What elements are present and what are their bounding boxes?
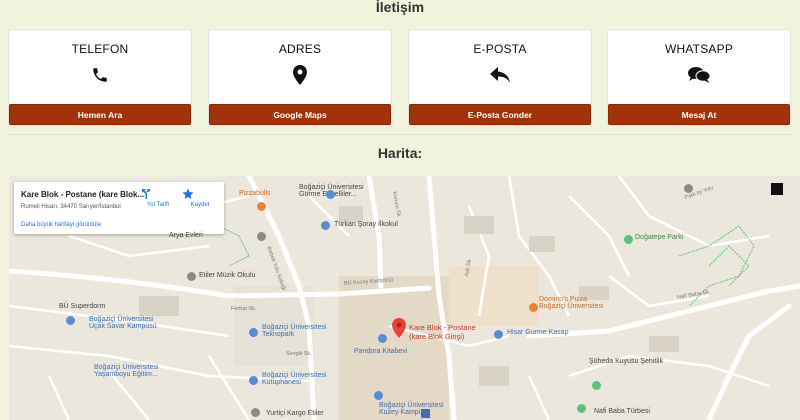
directions-label: Yol Tarifi — [146, 202, 170, 208]
map-label-boun-yasamboyu: Boğaziçi Üniversitesi Yaşamboyu Eğitim..… — [94, 364, 159, 378]
place-icon — [187, 272, 196, 281]
address-card-title: ADRES — [278, 42, 322, 56]
map-pin-label: Kare Blok - Postane (kare Blok Girişi) — [409, 323, 476, 341]
university-icon — [66, 316, 75, 325]
map-label-etiler-muzik: Etiler Müzik Okulu — [199, 272, 256, 279]
university-icon — [326, 190, 335, 199]
whatsapp-card-title: WHATSAPP — [664, 42, 734, 56]
map-label-suheda: Şüheda Kuyusu Şehitlik — [589, 358, 663, 365]
map-place-card: Kare Blok - Postane (kare Blok... Rumeli… — [14, 182, 224, 234]
map-label-pandora: Pandora Kitabevi — [354, 348, 408, 355]
map-label-nafi-turbe: Nafi Baba Türbesi — [594, 408, 650, 415]
save-button[interactable]: Kaydet — [182, 188, 218, 208]
phone-card-title: TELEFON — [71, 42, 129, 56]
landmark-icon — [577, 404, 586, 413]
place-address: Rumeli Hisarı, 34470 Sarıyer/İstanbul — [21, 204, 121, 210]
university-icon — [374, 391, 383, 400]
school-icon — [321, 221, 330, 230]
place-name: Kare Blok - Postane (kare Blok... — [21, 190, 145, 199]
map-label-pizzabulls: Pizzabulls — [239, 190, 271, 197]
phone-icon — [9, 64, 191, 86]
save-label: Kaydet — [190, 202, 210, 208]
phone-card: TELEFON Hemen Ara — [8, 29, 192, 126]
restaurant-icon — [529, 303, 538, 312]
map-label-boun-kuzey: Boğaziçi Üniversitesi Kuzey Kampüsü — [379, 402, 444, 416]
star-icon — [182, 188, 218, 202]
chat-bubbles-icon — [608, 64, 790, 86]
restaurant-icon — [257, 202, 266, 211]
map-label-yurtici: Yurtiçi Kargo Etiler — [266, 410, 324, 417]
map-label-arya: Arya Evleri — [169, 232, 203, 239]
call-now-button[interactable]: Hemen Ara — [9, 104, 191, 125]
map-label-boun-ucak: Boğaziçi Üniversitesi Uçak Savar Kampüsü — [89, 316, 157, 330]
reply-icon — [409, 64, 591, 86]
directions-icon — [140, 188, 176, 202]
send-message-button[interactable]: Mesaj At — [608, 104, 790, 125]
park-icon — [624, 235, 633, 244]
map-label-hisar-gurme: Hisar Gurme Kasap — [507, 329, 569, 336]
street-ferhat: Ferhat Sk. — [231, 306, 257, 312]
university-icon — [249, 328, 258, 337]
map-label-boun-tekno: Boğaziçi Üniversitesi Teknopark — [262, 324, 327, 338]
place-icon — [684, 184, 693, 193]
map-label-dogatepe: Doğatepe Parkı — [635, 234, 684, 241]
university-icon — [249, 376, 258, 385]
map-label-bu-superdorm: BÜ Superdorm — [59, 303, 106, 310]
embedded-map[interactable]: Kare Blok - Postane (kare Blok... Rumeli… — [9, 176, 800, 420]
send-email-button[interactable]: E-Posta Gonder — [409, 104, 591, 125]
landmark-icon — [592, 381, 601, 390]
larger-map-link[interactable]: Daha büyük haritayı görüntüle — [21, 222, 101, 228]
metro-icon — [421, 409, 430, 418]
place-icon — [251, 408, 260, 417]
contact-section-title: İletişim — [375, 0, 425, 15]
address-card: ADRES Google Maps — [208, 29, 392, 126]
email-card: E-POSTA E-Posta Gonder — [408, 29, 592, 126]
map-label-boun-kutup: Boğaziçi Üniversitesi Kütüphanesi — [262, 372, 327, 386]
street-sevgili: Sevgili Sk. — [286, 351, 312, 357]
email-card-title: E-POSTA — [473, 42, 527, 56]
whatsapp-card: WHATSAPP Mesaj At — [607, 29, 791, 126]
map-label-dominos: Domino's Pizza Boğaziçi Üniversitesi — [539, 296, 604, 310]
section-divider — [8, 134, 792, 135]
shopping-icon — [378, 334, 387, 343]
map-marker-icon — [209, 64, 391, 86]
place-icon — [257, 232, 266, 241]
directions-button[interactable]: Yol Tarifi — [140, 188, 176, 208]
shopping-icon — [494, 330, 503, 339]
fullscreen-button[interactable] — [771, 183, 783, 195]
google-maps-button[interactable]: Google Maps — [209, 104, 391, 125]
map-section-title: Harita: — [377, 145, 423, 161]
map-label-turkan: Türkan Şoray İlkokul — [334, 221, 398, 228]
